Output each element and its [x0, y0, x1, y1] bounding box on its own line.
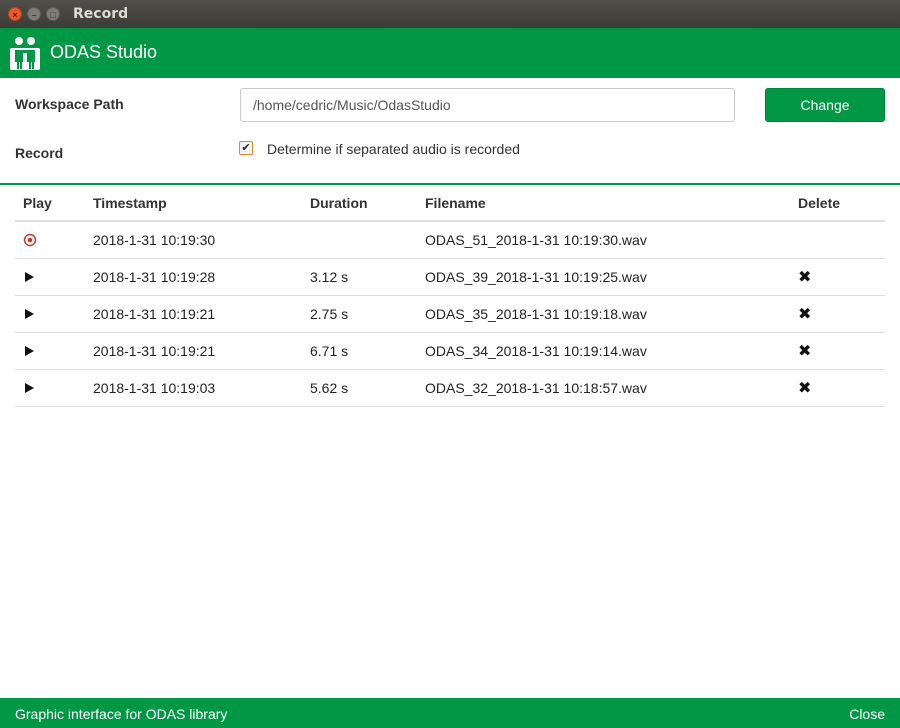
play-icon[interactable] — [23, 333, 35, 369]
table-row: 2018-1-31 10:19:28 3.12 s ODAS_39_2018-1-3… — [15, 259, 885, 296]
delete-icon[interactable]: ✖ — [798, 370, 811, 406]
delete-glyph: ✖ — [798, 343, 812, 360]
timestamp-cell: 2018-1-31 10:19:21 — [93, 306, 216, 322]
delete-glyph: ✖ — [798, 380, 812, 397]
close-button[interactable]: Close — [849, 706, 885, 722]
table-row: 2018-1-31 10:19:30 ODAS_51_2018-1-31 10:1… — [15, 222, 885, 259]
timestamp-cell: 2018-1-31 10:19:28 — [93, 269, 216, 285]
play-icon[interactable] — [23, 259, 35, 295]
duration-cell: 2.75 s — [310, 306, 349, 322]
column-header-delete: Delete — [798, 194, 841, 211]
table-body: 2018-1-31 10:19:30 ODAS_51_2018-1-31 10:1… — [15, 222, 885, 407]
filename-cell: ODAS_32_2018-1-31 10:18:57.wav — [425, 380, 647, 396]
window-maximize-button[interactable]: □ — [46, 7, 60, 21]
delete-icon[interactable]: ✖ — [798, 296, 811, 332]
workspace-path-input[interactable] — [240, 88, 735, 122]
change-button[interactable]: Change — [765, 88, 885, 122]
filename-cell: ODAS_39_2018-1-31 10:19:25.wav — [425, 269, 647, 285]
column-header-timestamp: Timestamp — [93, 194, 167, 211]
filename-cell: ODAS_34_2018-1-31 10:19:14.wav — [425, 343, 647, 359]
timestamp-cell: 2018-1-31 10:19:21 — [93, 343, 216, 359]
play-icon[interactable] — [23, 370, 35, 406]
recordings-table: Play Timestamp Duration Filename Delete … — [15, 185, 885, 407]
duration-cell: 6.71 s — [310, 343, 349, 359]
delete-glyph: ✖ — [798, 306, 812, 323]
recording-indicator-icon[interactable] — [23, 222, 37, 258]
column-header-play: Play — [23, 194, 52, 211]
app-header: ODAS Studio — [0, 28, 900, 78]
column-header-duration: Duration — [310, 194, 368, 211]
delete-icon[interactable]: ✖ — [798, 259, 811, 295]
table-row: 2018-1-31 10:19:03 5.62 s ODAS_32_2018-1-3… — [15, 370, 885, 407]
window-close-button[interactable]: × — [8, 7, 22, 21]
duration-cell: 3.12 s — [310, 269, 349, 285]
window-minimize-button[interactable]: – — [27, 7, 41, 21]
footer-text: Graphic interface for ODAS library — [15, 706, 228, 722]
timestamp-cell: 2018-1-31 10:19:03 — [93, 380, 216, 396]
table-row: 2018-1-31 10:19:21 6.71 s ODAS_34_2018-1-3… — [15, 333, 885, 370]
duration-cell: 5.62 s — [310, 380, 349, 396]
column-header-filename: Filename — [425, 194, 486, 211]
app-title: ODAS Studio — [50, 42, 158, 62]
record-checkbox-label[interactable]: Determine if separated audio is recorded — [267, 141, 520, 157]
window-titlebar: × – □ Record — [0, 0, 900, 28]
table-header-row: Play Timestamp Duration Filename Delete — [15, 185, 885, 222]
window-title: Record — [73, 6, 129, 22]
record-label: Record — [15, 145, 64, 161]
status-footer: Graphic interface for ODAS library Close — [0, 698, 900, 728]
play-icon[interactable] — [23, 296, 35, 332]
record-checkbox[interactable]: ✔ — [239, 141, 253, 155]
delete-glyph: ✖ — [798, 269, 812, 286]
filename-cell: ODAS_51_2018-1-31 10:19:30.wav — [425, 232, 647, 248]
filename-cell: ODAS_35_2018-1-31 10:19:18.wav — [425, 306, 647, 322]
delete-icon[interactable]: ✖ — [798, 333, 811, 369]
people-logo-icon — [10, 36, 40, 70]
timestamp-cell: 2018-1-31 10:19:30 — [93, 232, 216, 248]
table-row: 2018-1-31 10:19:21 2.75 s ODAS_35_2018-1-3… — [15, 296, 885, 333]
workspace-path-label: Workspace Path — [15, 96, 124, 112]
